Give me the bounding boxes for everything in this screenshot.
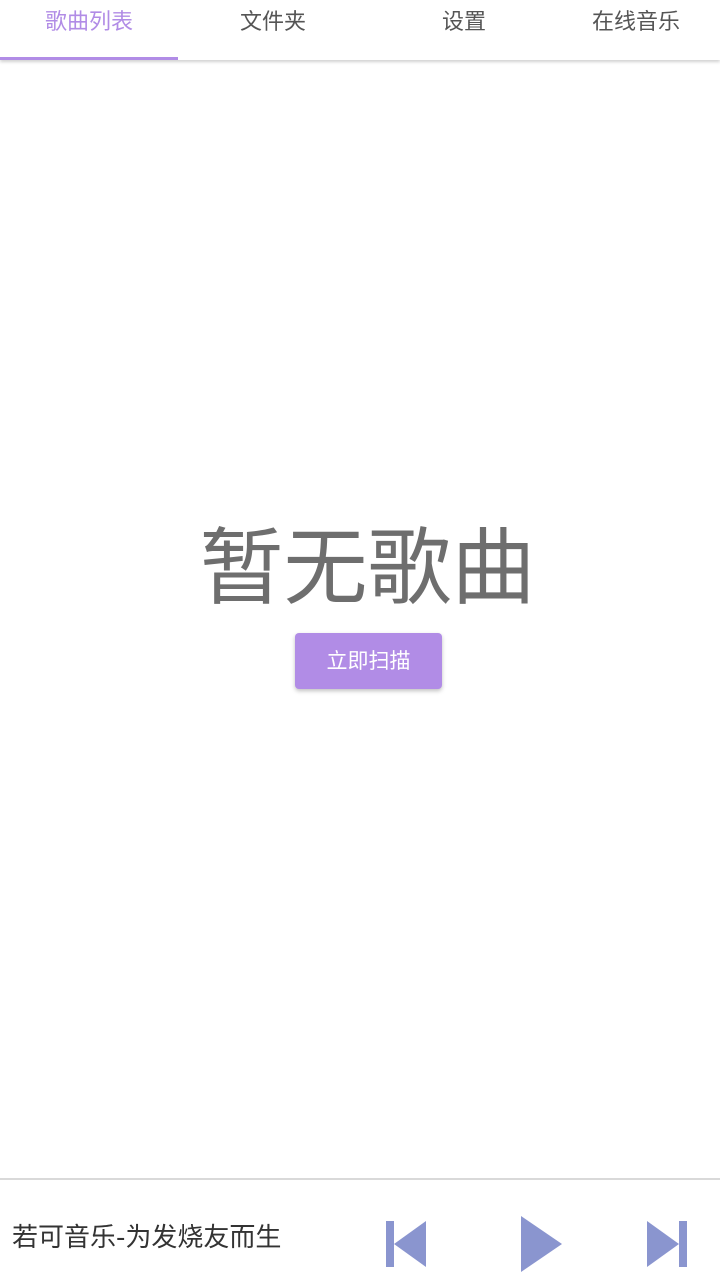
app-root: 歌曲列表 文件夹 设置 在线音乐 暂无歌曲 立即扫描 若可音乐-为发烧友而生 bbox=[0, 0, 720, 1280]
tab-settings[interactable]: 设置 bbox=[368, 0, 560, 58]
tab-bar: 歌曲列表 文件夹 设置 在线音乐 bbox=[0, 0, 720, 60]
tab-folders[interactable]: 文件夹 bbox=[178, 0, 368, 58]
skip-next-icon[interactable] bbox=[645, 1220, 687, 1268]
play-icon[interactable] bbox=[518, 1214, 564, 1274]
tab-active-indicator bbox=[0, 57, 178, 60]
scan-now-button[interactable]: 立即扫描 bbox=[295, 633, 442, 689]
skip-previous-icon[interactable] bbox=[386, 1220, 428, 1268]
bottom-player-bar: 若可音乐-为发烧友而生 bbox=[0, 1178, 720, 1280]
empty-state-title: 暂无歌曲 bbox=[199, 519, 536, 617]
tab-online-music[interactable]: 在线音乐 bbox=[592, 0, 720, 58]
now-playing-title: 若可音乐-为发烧友而生 bbox=[12, 1223, 282, 1253]
tab-song-list[interactable]: 歌曲列表 bbox=[0, 0, 178, 58]
